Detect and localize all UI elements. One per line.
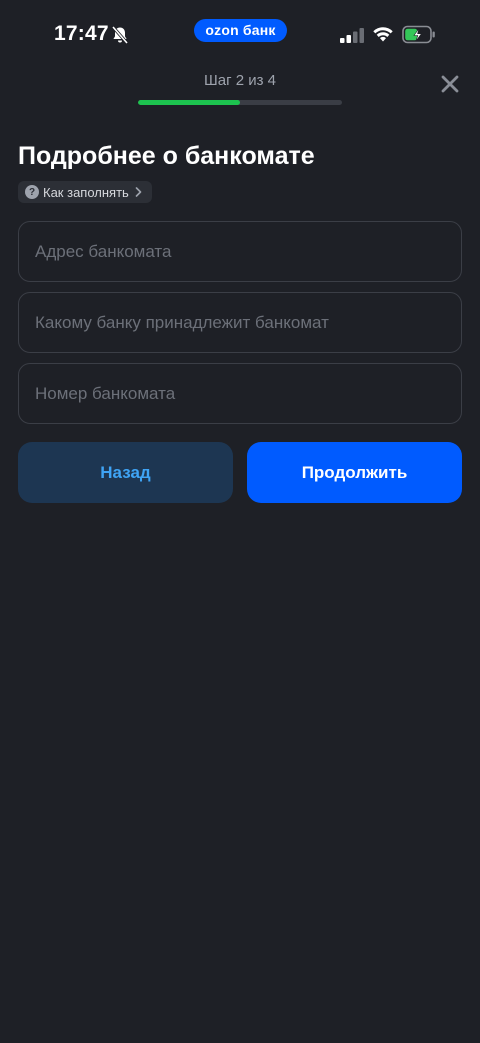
atm-bank-field[interactable] bbox=[18, 292, 462, 353]
how-to-fill-label: Как заполнять bbox=[43, 184, 129, 200]
status-bar: 17:47 ozon банк bbox=[0, 0, 480, 62]
page-title: Подробнее о банкомате bbox=[18, 142, 315, 170]
wifi-icon bbox=[373, 27, 393, 42]
progress-bar bbox=[138, 100, 342, 105]
battery-charging-icon bbox=[402, 25, 435, 44]
atm-address-input[interactable] bbox=[35, 241, 445, 262]
step-indicator: Шаг 2 из 4 bbox=[203, 72, 276, 89]
atm-number-field[interactable] bbox=[18, 363, 462, 424]
continue-button[interactable]: Продолжить bbox=[247, 442, 462, 503]
chevron-right-icon bbox=[135, 187, 142, 197]
atm-bank-input[interactable] bbox=[35, 312, 445, 333]
status-time: 17:47 bbox=[54, 22, 109, 45]
bell-off-icon bbox=[111, 25, 129, 45]
atm-address-field[interactable] bbox=[18, 221, 462, 282]
progress-fill bbox=[138, 100, 240, 105]
close-button[interactable] bbox=[436, 70, 464, 98]
atm-number-input[interactable] bbox=[35, 383, 445, 404]
close-icon bbox=[441, 75, 459, 93]
how-to-fill-link[interactable]: ? Как заполнять bbox=[18, 181, 152, 203]
screen: 17:47 ozon банк Шаг 2 из 4 Подробнее о б… bbox=[0, 0, 480, 1043]
brand-pill: ozon банк bbox=[194, 19, 287, 42]
back-button[interactable]: Назад bbox=[18, 442, 233, 503]
question-icon: ? bbox=[25, 185, 39, 199]
cellular-signal-icon bbox=[340, 28, 364, 43]
